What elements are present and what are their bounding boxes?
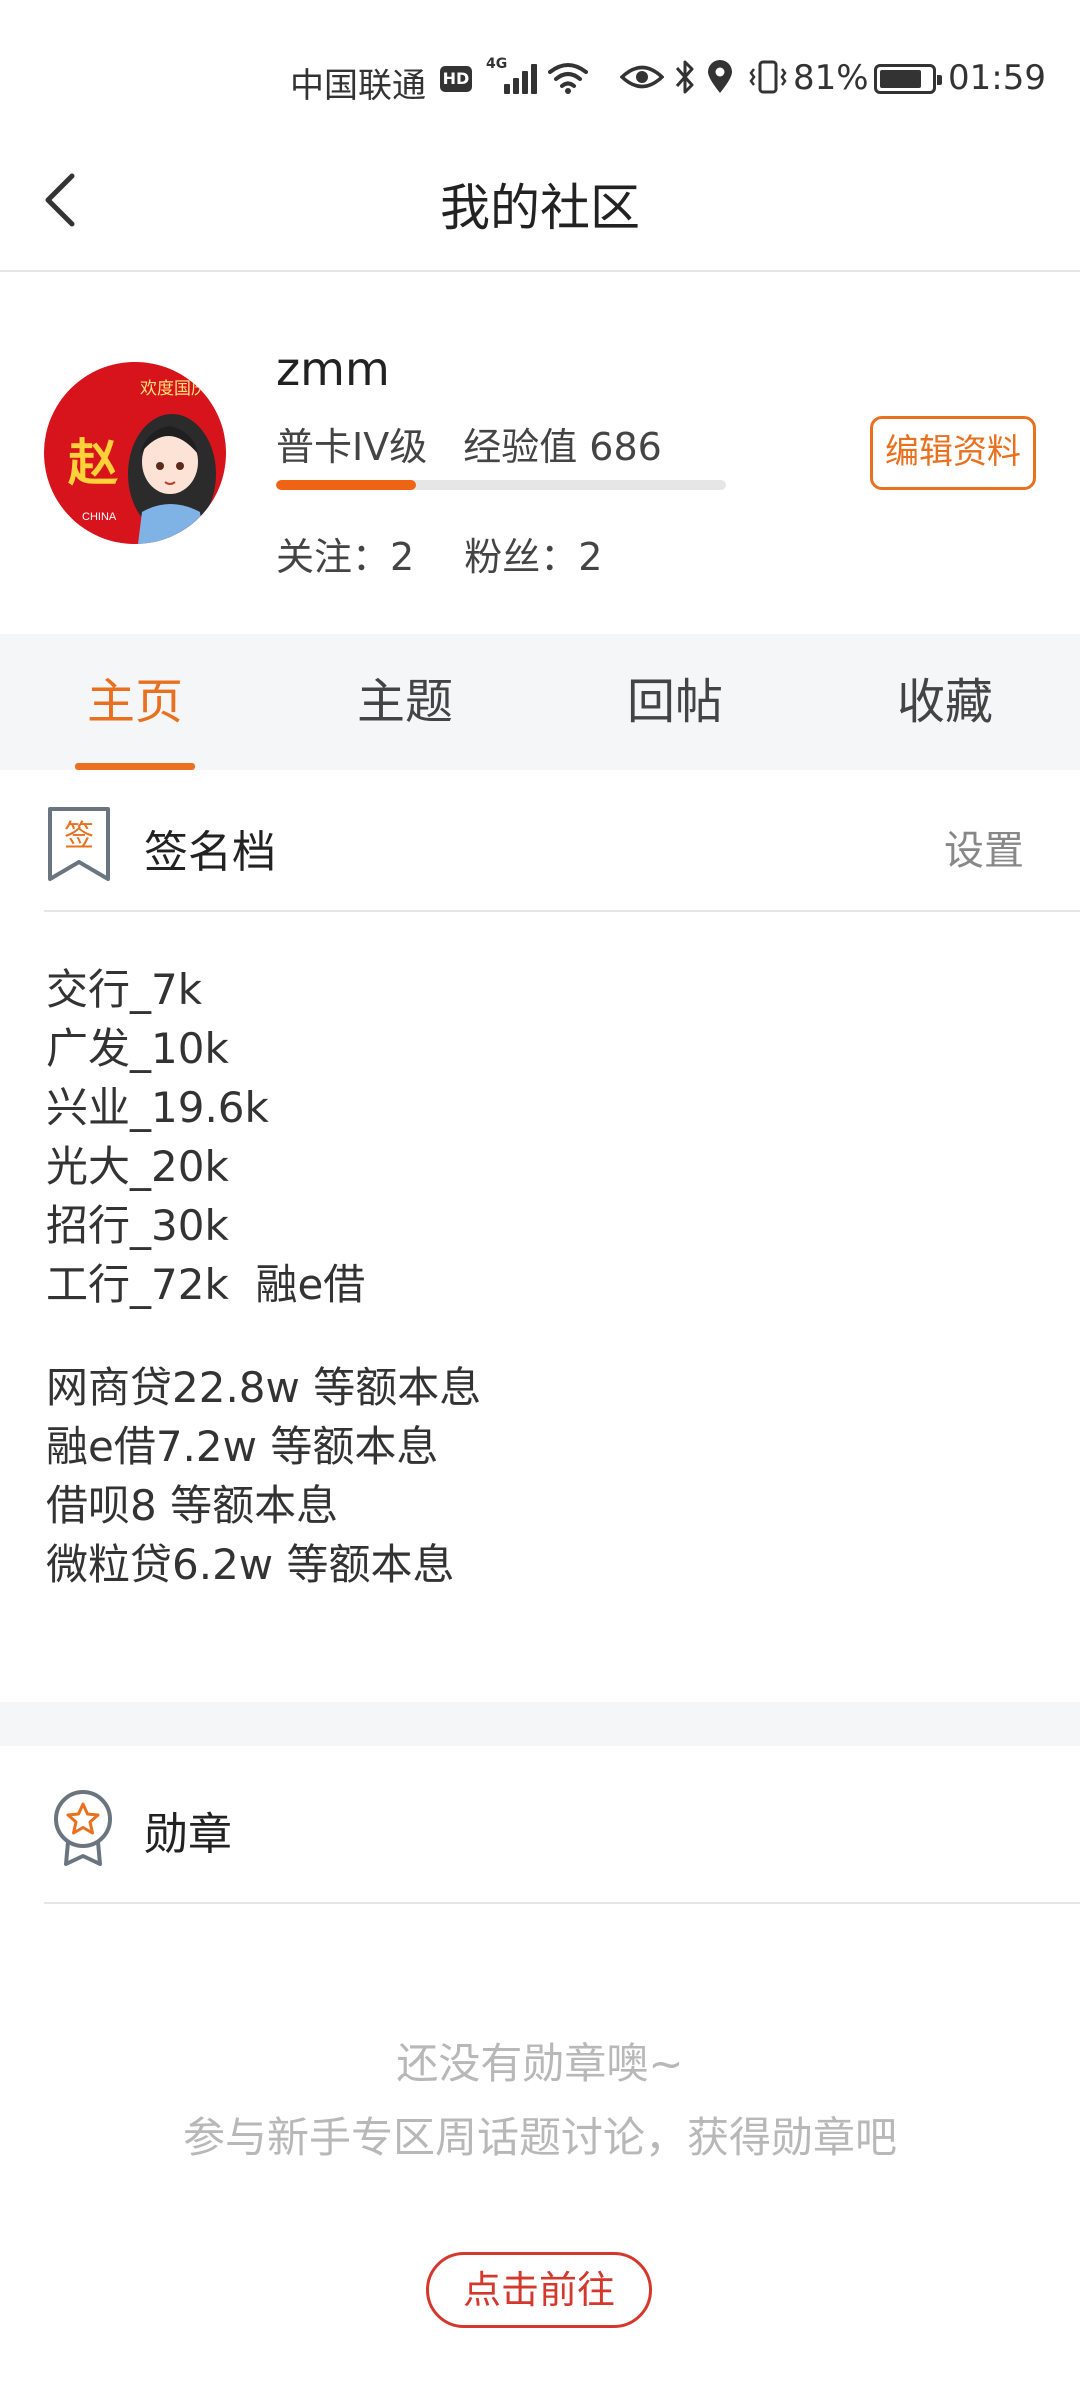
- experience-label: 经验值 686: [463, 425, 662, 469]
- signature-line: 招行_30k: [46, 1201, 229, 1250]
- signature-line: 广发_10k: [46, 1024, 229, 1073]
- location-icon: [708, 60, 732, 93]
- signature-gap: [46, 1314, 1036, 1358]
- divider: [44, 910, 1080, 912]
- signature-content: 交行_7k 广发_10k 兴业_19.6k 光大_20k 招行_30k 工行_7…: [46, 960, 1036, 1594]
- level-info: 普卡IV级 经验值 686: [276, 416, 662, 471]
- header: 我的社区: [0, 130, 1080, 272]
- hd-icon: HD: [440, 66, 472, 92]
- medal-icon: [54, 1790, 112, 1866]
- medal-empty-description: 参与新手专区周话题讨论，获得勋章吧: [182, 2113, 897, 2162]
- signature-title: 签名档: [144, 827, 276, 878]
- battery-icon: [874, 64, 942, 94]
- carrier-label: 中国联通: [290, 66, 426, 106]
- tab-topics[interactable]: 主题: [270, 634, 540, 770]
- follow-stats: 关注：2 粉丝：2: [276, 526, 602, 581]
- following-count[interactable]: 关注：2: [276, 535, 414, 579]
- experience-progress-bar: [276, 480, 726, 490]
- level-label: 普卡IV级: [276, 425, 428, 469]
- tab-label: 主页: [86, 674, 183, 730]
- signature-line: 借呗8 等额本息: [46, 1481, 339, 1530]
- section-separator: [0, 1702, 1080, 1746]
- wifi-icon: [548, 63, 588, 94]
- tab-favorites[interactable]: 收藏: [810, 634, 1080, 770]
- medal-empty-title: 还没有勋章噢~: [396, 2039, 684, 2088]
- signature-line: 融e借7.2w 等额本息: [46, 1422, 439, 1471]
- vibrate-icon: [749, 60, 787, 94]
- signature-line: 微粒贷6.2w 等额本息: [46, 1540, 455, 1589]
- go-now-button[interactable]: 点击前往: [426, 2252, 652, 2328]
- signature-line: 兴业_19.6k: [46, 1083, 269, 1132]
- signature-line: 交行_7k: [46, 965, 203, 1014]
- signature-settings-link[interactable]: 设置: [944, 818, 1024, 876]
- avatar[interactable]: 欢度国庆 赵 CHINA: [44, 362, 226, 544]
- username: zmm: [276, 342, 390, 396]
- tab-bar: 主页 主题 回帖 收藏: [0, 634, 1080, 770]
- profile-card: 欢度国庆 赵 CHINA zmm 普卡IV级 经验值 686 关注：2 粉丝：2 编…: [0, 272, 1080, 634]
- tab-label: 回帖: [626, 674, 723, 730]
- signal-icon: [500, 60, 538, 94]
- signature-line: 工行_72k 融e借: [46, 1260, 366, 1309]
- tab-home[interactable]: 主页: [0, 634, 270, 770]
- avatar-char: 赵: [68, 435, 118, 491]
- signature-header: 签 签名档 设置: [0, 770, 1080, 912]
- edit-profile-button[interactable]: 编辑资料: [870, 416, 1036, 490]
- tab-active-indicator: [75, 763, 195, 770]
- signature-line: 光大_20k: [46, 1142, 229, 1191]
- battery-percent: 81%: [793, 58, 869, 98]
- experience-progress-fill: [276, 480, 416, 490]
- avatar-small-text: CHINA: [82, 511, 117, 523]
- bluetooth-icon: [675, 60, 694, 94]
- avatar-image: 欢度国庆 赵 CHINA: [44, 362, 226, 544]
- status-bar: 中国联通 HD 4G 81% 01:59: [0, 0, 1080, 130]
- signature-icon-char: 签: [64, 819, 94, 854]
- tab-replies[interactable]: 回帖: [540, 634, 810, 770]
- page-title: 我的社区: [440, 179, 640, 237]
- fans-count[interactable]: 粉丝：2: [464, 535, 602, 579]
- eye-icon: [620, 65, 664, 89]
- signature-line: 网商贷22.8w 等额本息: [46, 1363, 482, 1412]
- tab-label: 收藏: [896, 674, 993, 730]
- tab-label: 主题: [356, 674, 453, 730]
- clock: 01:59: [948, 58, 1046, 98]
- medal-title: 勋章: [144, 1809, 232, 1860]
- avatar-banner-text: 欢度国庆: [140, 379, 208, 398]
- divider: [44, 1902, 1080, 1904]
- signature-ribbon-icon: 签: [48, 807, 110, 881]
